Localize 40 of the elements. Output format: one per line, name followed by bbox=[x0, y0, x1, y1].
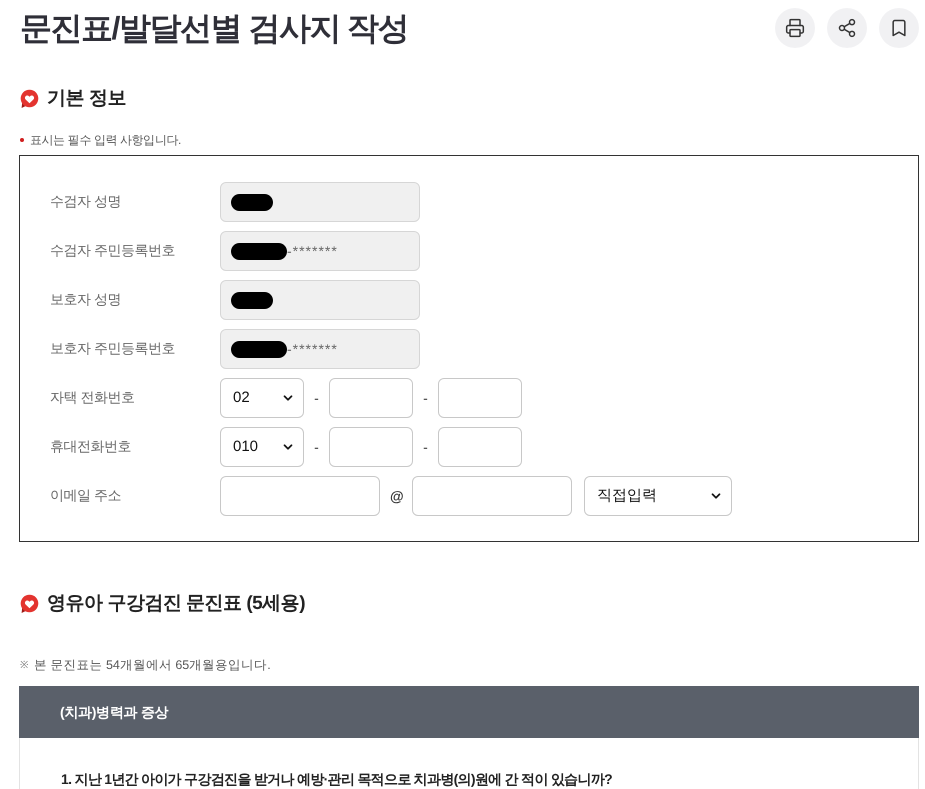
printer-icon bbox=[785, 18, 805, 38]
field-label: 수검자 주민등록번호 bbox=[50, 240, 176, 260]
field-label: 자택 전화번호 bbox=[50, 388, 136, 406]
separator-text: @ bbox=[390, 486, 402, 506]
field-label: 수검자 성명 bbox=[50, 192, 122, 210]
readonly-input-field[interactable]: -******* bbox=[220, 329, 420, 369]
readonly-input-field[interactable]: -******* bbox=[220, 231, 420, 271]
separator-text: - bbox=[422, 438, 429, 456]
select-field[interactable]: 02 bbox=[220, 378, 304, 418]
bookmark-button[interactable] bbox=[879, 8, 919, 48]
field-label: 보호자 주민등록번호 bbox=[50, 338, 176, 358]
required-note: 표시는 필수 입력 사항입니다. bbox=[30, 132, 181, 149]
input-field[interactable] bbox=[438, 378, 522, 418]
heart-bubble-icon bbox=[19, 594, 39, 614]
input-field[interactable] bbox=[220, 476, 380, 516]
separator-text: - bbox=[422, 388, 429, 408]
print-button[interactable] bbox=[775, 8, 815, 48]
age-range-note: 본 문진표는 54개월에서 65개월용입니다. bbox=[34, 656, 271, 674]
input-field[interactable] bbox=[438, 427, 522, 467]
question-text: 1. 지난 1년간 아이가 구강검진을 받거나 예방·관리 목적으로 치과병(의)원에 간 적이 있습니까? bbox=[61, 770, 613, 789]
section-heading: 영유아 구강검진 문진표 (5세용) bbox=[47, 592, 306, 616]
section-header-bar: (치과)병력과 증상 bbox=[19, 686, 919, 738]
separator-text: - bbox=[313, 388, 320, 408]
share-button[interactable] bbox=[827, 8, 867, 48]
field-label: 보호자 성명 bbox=[50, 290, 122, 308]
separator-text: - bbox=[313, 438, 320, 456]
field-label: 휴대전화번호 bbox=[50, 436, 132, 456]
page-title: 문진표/발달선별 검사지 작성 bbox=[20, 9, 408, 48]
reference-mark: ※ bbox=[20, 658, 28, 672]
select-field[interactable]: 직접입력 bbox=[584, 476, 732, 516]
input-field[interactable] bbox=[329, 427, 413, 467]
input-field[interactable] bbox=[329, 378, 413, 418]
readonly-input-field[interactable] bbox=[220, 280, 420, 320]
heart-bubble-icon bbox=[19, 89, 39, 109]
section-heading: 기본 정보 bbox=[47, 87, 126, 111]
field-label: 이메일 주소 bbox=[50, 486, 122, 504]
readonly-input-field[interactable] bbox=[220, 182, 420, 222]
select-field[interactable]: 010 bbox=[220, 427, 304, 467]
share-icon bbox=[837, 18, 857, 38]
input-field[interactable] bbox=[412, 476, 572, 516]
